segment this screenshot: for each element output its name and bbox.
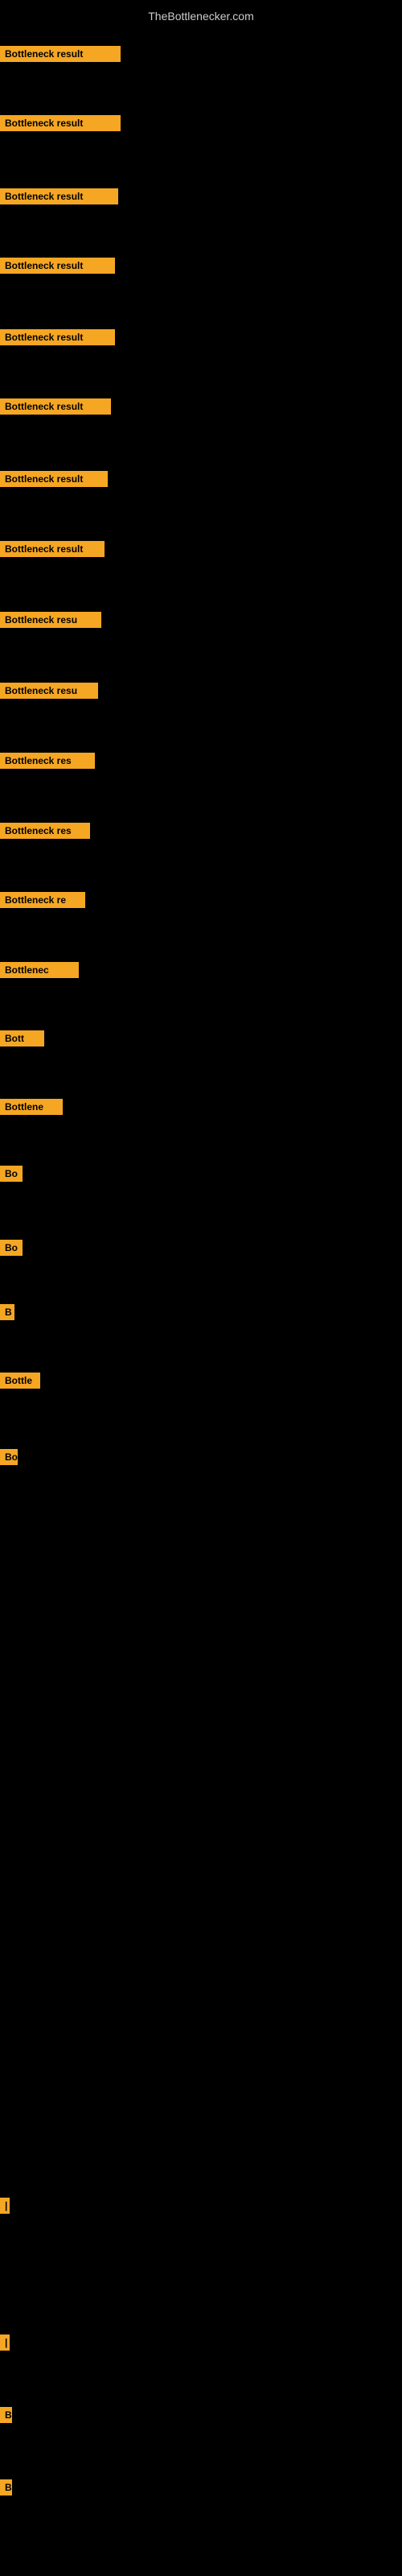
bottleneck-badge-container-23: | — [0, 2334, 10, 2355]
bottleneck-badge-container-18: Bo — [0, 1240, 23, 1260]
bottleneck-badge-17[interactable]: Bo — [0, 1166, 23, 1182]
bottleneck-badge-container-25: B — [0, 2479, 12, 2500]
bottleneck-badge-15[interactable]: Bott — [0, 1030, 44, 1046]
bottleneck-badge-5[interactable]: Bottleneck result — [0, 329, 115, 345]
bottleneck-badge-container-4: Bottleneck result — [0, 258, 115, 278]
bottleneck-badge-container-8: Bottleneck result — [0, 541, 105, 561]
bottleneck-badge-25[interactable]: B — [0, 2479, 12, 2496]
bottleneck-badge-11[interactable]: Bottleneck res — [0, 753, 95, 769]
bottleneck-badge-1[interactable]: Bottleneck result — [0, 46, 121, 62]
bottleneck-badge-24[interactable]: B — [0, 2407, 12, 2423]
bottleneck-badge-3[interactable]: Bottleneck result — [0, 188, 118, 204]
bottleneck-badge-13[interactable]: Bottleneck re — [0, 892, 85, 908]
bottleneck-badge-container-2: Bottleneck result — [0, 115, 121, 135]
bottleneck-badge-container-22: | — [0, 2198, 10, 2218]
bottleneck-badge-container-11: Bottleneck res — [0, 753, 95, 773]
bottleneck-badge-19[interactable]: B — [0, 1304, 14, 1320]
bottleneck-badge-23[interactable]: | — [0, 2334, 10, 2351]
bottleneck-badge-8[interactable]: Bottleneck result — [0, 541, 105, 557]
bottleneck-badge-22[interactable]: | — [0, 2198, 10, 2214]
bottleneck-badge-10[interactable]: Bottleneck resu — [0, 683, 98, 699]
bottleneck-badge-6[interactable]: Bottleneck result — [0, 398, 111, 415]
bottleneck-badge-container-19: B — [0, 1304, 14, 1324]
bottleneck-badge-4[interactable]: Bottleneck result — [0, 258, 115, 274]
bottleneck-badge-12[interactable]: Bottleneck res — [0, 823, 90, 839]
bottleneck-badge-container-21: Bo — [0, 1449, 18, 1469]
bottleneck-badge-container-7: Bottleneck result — [0, 471, 108, 491]
bottleneck-badge-9[interactable]: Bottleneck resu — [0, 612, 101, 628]
bottleneck-badge-container-17: Bo — [0, 1166, 23, 1186]
bottleneck-badge-16[interactable]: Bottlene — [0, 1099, 63, 1115]
bottleneck-badge-container-3: Bottleneck result — [0, 188, 118, 208]
bottleneck-badge-container-10: Bottleneck resu — [0, 683, 98, 703]
bottleneck-badge-container-6: Bottleneck result — [0, 398, 111, 419]
bottleneck-badge-21[interactable]: Bo — [0, 1449, 18, 1465]
bottleneck-badge-container-1: Bottleneck result — [0, 46, 121, 66]
bottleneck-badge-container-24: B — [0, 2407, 12, 2427]
bottleneck-badge-14[interactable]: Bottlenec — [0, 962, 79, 978]
bottleneck-badge-container-9: Bottleneck resu — [0, 612, 101, 632]
bottleneck-badge-7[interactable]: Bottleneck result — [0, 471, 108, 487]
bottleneck-badge-18[interactable]: Bo — [0, 1240, 23, 1256]
site-title: TheBottlenecker.com — [0, 3, 402, 29]
bottleneck-badge-container-15: Bott — [0, 1030, 44, 1051]
bottleneck-badge-container-12: Bottleneck res — [0, 823, 90, 843]
bottleneck-badge-container-5: Bottleneck result — [0, 329, 115, 349]
bottleneck-badge-container-20: Bottle — [0, 1373, 40, 1393]
bottleneck-badge-container-16: Bottlene — [0, 1099, 63, 1119]
bottleneck-badge-container-14: Bottlenec — [0, 962, 79, 982]
bottleneck-badge-20[interactable]: Bottle — [0, 1373, 40, 1389]
bottleneck-badge-container-13: Bottleneck re — [0, 892, 85, 912]
bottleneck-badge-2[interactable]: Bottleneck result — [0, 115, 121, 131]
